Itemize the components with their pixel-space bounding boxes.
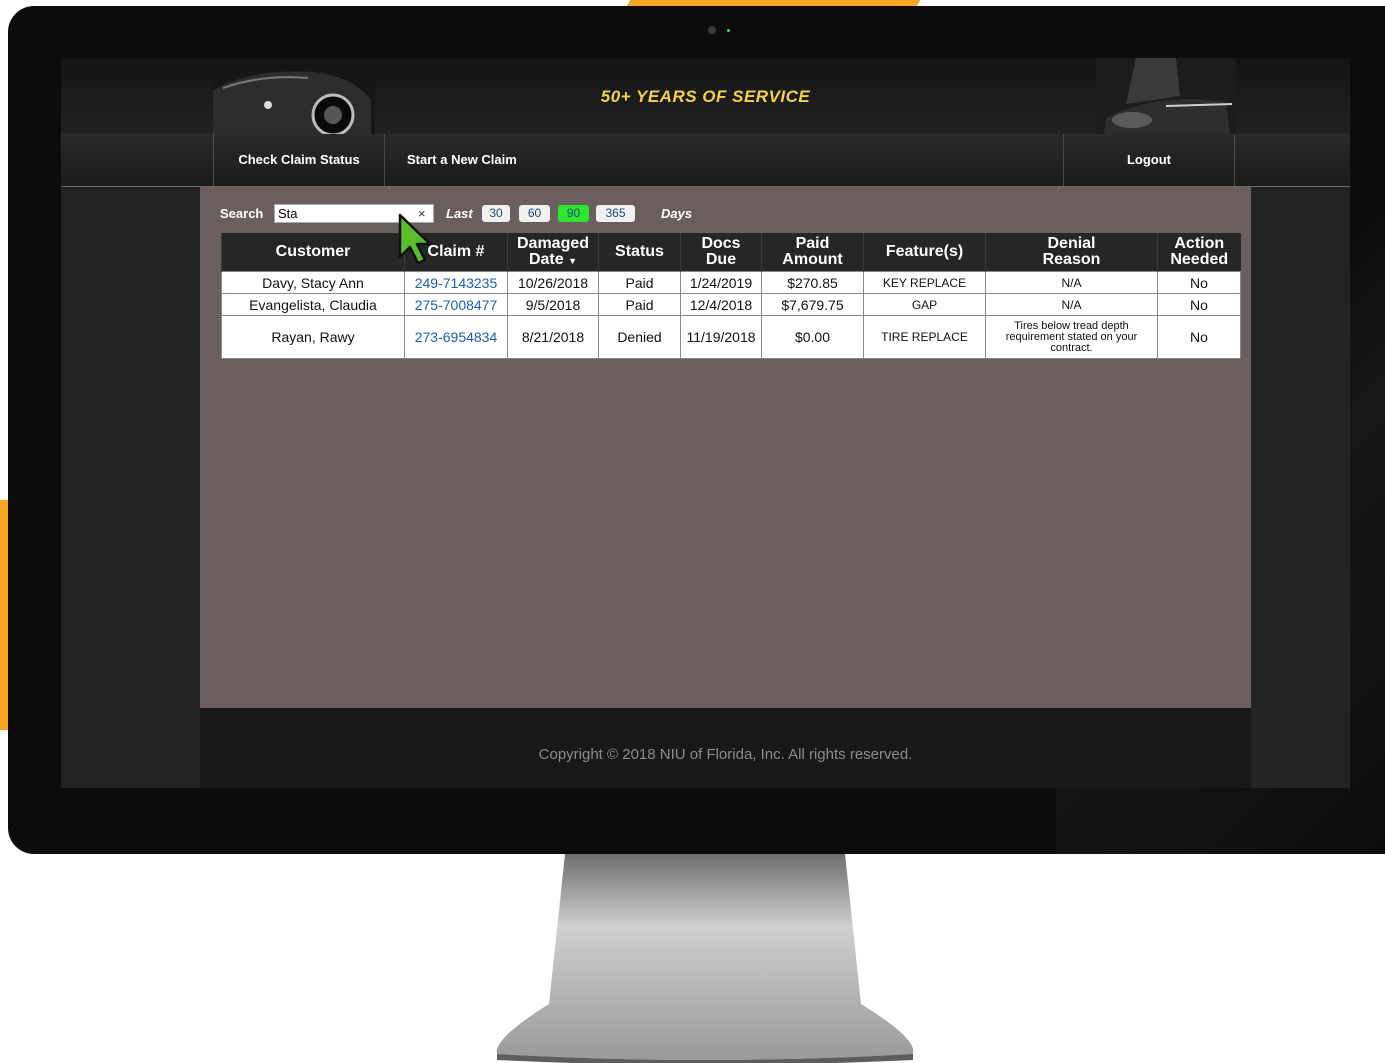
col-damaged-date-line2: Date xyxy=(528,250,564,268)
table-row[interactable]: Rayan, Rawy 273-6954834 8/21/2018 Denied… xyxy=(221,315,1241,359)
sort-desc-icon: ▼ xyxy=(568,255,578,266)
col-status[interactable]: Status xyxy=(598,233,681,272)
table-row[interactable]: Evangelista, Claudia 275-7008477 9/5/201… xyxy=(221,293,1241,316)
nav-check-claim-status[interactable]: Check Claim Status xyxy=(214,134,384,186)
cell-feature: TIRE REPLACE xyxy=(863,315,986,359)
site-header: 50+ YEARS OF SERVICE xyxy=(61,58,1350,134)
col-action-needed[interactable]: Action Needed xyxy=(1157,233,1241,272)
col-customer[interactable]: Customer xyxy=(221,233,405,272)
cell-feature: KEY REPLACE xyxy=(863,271,986,294)
col-action-needed-line2: Needed xyxy=(1170,251,1229,268)
cell-status: Denied xyxy=(598,315,681,359)
cell-action-needed: No xyxy=(1157,271,1241,294)
cell-customer: Davy, Stacy Ann xyxy=(221,271,405,294)
col-docs-due-line2: Due xyxy=(705,251,737,268)
copyright-text: Copyright © 2018 NIU of Florida, Inc. Al… xyxy=(538,746,913,763)
monitor-bezel: 50+ YEARS OF SERVICE Check Claim Status … xyxy=(8,6,1385,854)
cell-docs-due: 12/4/2018 xyxy=(680,293,762,316)
days-30-button[interactable]: 30 xyxy=(482,205,510,222)
cell-denial-reason: N/A xyxy=(985,271,1158,294)
col-denial-reason-line1: Denial xyxy=(1047,235,1096,252)
claims-table: Customer Claim # Damaged Date ▼ Status D… xyxy=(221,233,1241,359)
camera-led-icon xyxy=(727,29,730,32)
claims-panel: Search × Last 30 60 90 365 Days Customer xyxy=(200,187,1251,708)
cell-docs-due: 1/24/2019 xyxy=(680,271,762,294)
table-header-row: Customer Claim # Damaged Date ▼ Status D… xyxy=(221,233,1241,272)
main-nav: Check Claim Status Start a New Claim Log… xyxy=(61,134,1350,187)
cell-customer: Rayan, Rawy xyxy=(221,315,405,359)
days-365-button[interactable]: 365 xyxy=(596,205,635,222)
col-features[interactable]: Feature(s) xyxy=(863,233,986,272)
cell-docs-due: 11/19/2018 xyxy=(680,315,762,359)
cell-status: Paid xyxy=(598,271,681,294)
col-damaged-date-line1: Damaged xyxy=(516,234,590,252)
col-paid-amount-line2: Amount xyxy=(782,251,843,268)
cell-claim-link[interactable]: 273-6954834 xyxy=(404,315,508,359)
days-90-button[interactable]: 90 xyxy=(558,205,589,222)
cell-damaged-date: 10/26/2018 xyxy=(507,271,599,294)
cell-paid-amount: $7,679.75 xyxy=(761,293,864,316)
nav-logout[interactable]: Logout xyxy=(1064,134,1234,186)
col-docs-due-line1: Docs xyxy=(701,235,741,252)
col-docs-due[interactable]: Docs Due xyxy=(680,233,762,272)
days-label: Days xyxy=(661,206,693,221)
col-damaged-date[interactable]: Damaged Date ▼ xyxy=(507,233,599,272)
cell-paid-amount: $270.85 xyxy=(761,271,864,294)
car-banner-right-image xyxy=(1096,58,1236,134)
nav-divider xyxy=(384,134,385,186)
cell-action-needed: No xyxy=(1157,293,1241,316)
days-60-button[interactable]: 60 xyxy=(519,205,550,222)
col-action-needed-line1: Action xyxy=(1174,235,1225,252)
table-row[interactable]: Davy, Stacy Ann 249-7143235 10/26/2018 P… xyxy=(221,271,1241,294)
last-label: Last xyxy=(446,206,473,221)
nav-divider xyxy=(1234,134,1235,186)
cell-claim-link[interactable]: 249-7143235 xyxy=(404,271,508,294)
cell-denial-reason: N/A xyxy=(985,293,1158,316)
cell-action-needed: No xyxy=(1157,315,1241,359)
col-denial-reason-line2: Reason xyxy=(1042,251,1101,268)
cell-claim-link[interactable]: 275-7008477 xyxy=(404,293,508,316)
search-bar: Search × Last 30 60 90 365 Days xyxy=(220,204,820,223)
site-footer: Copyright © 2018 NIU of Florida, Inc. Al… xyxy=(200,708,1251,788)
col-paid-amount[interactable]: Paid Amount xyxy=(761,233,864,272)
monitor-stand xyxy=(496,854,914,1063)
col-paid-amount-line1: Paid xyxy=(795,235,830,252)
col-denial-reason[interactable]: Denial Reason xyxy=(985,233,1158,272)
cell-customer: Evangelista, Claudia xyxy=(221,293,405,316)
cell-damaged-date: 8/21/2018 xyxy=(507,315,599,359)
cell-paid-amount: $0.00 xyxy=(761,315,864,359)
cell-status: Paid xyxy=(598,293,681,316)
cell-feature: GAP xyxy=(863,293,986,316)
cell-damaged-date: 9/5/2018 xyxy=(507,293,599,316)
search-label: Search xyxy=(220,206,264,221)
nav-start-new-claim[interactable]: Start a New Claim xyxy=(407,134,537,186)
camera-icon xyxy=(708,26,716,34)
cell-denial-reason: Tires below tread depth requirement stat… xyxy=(985,315,1158,359)
mouse-pointer-icon xyxy=(398,213,432,265)
screen: 50+ YEARS OF SERVICE Check Claim Status … xyxy=(61,58,1350,788)
